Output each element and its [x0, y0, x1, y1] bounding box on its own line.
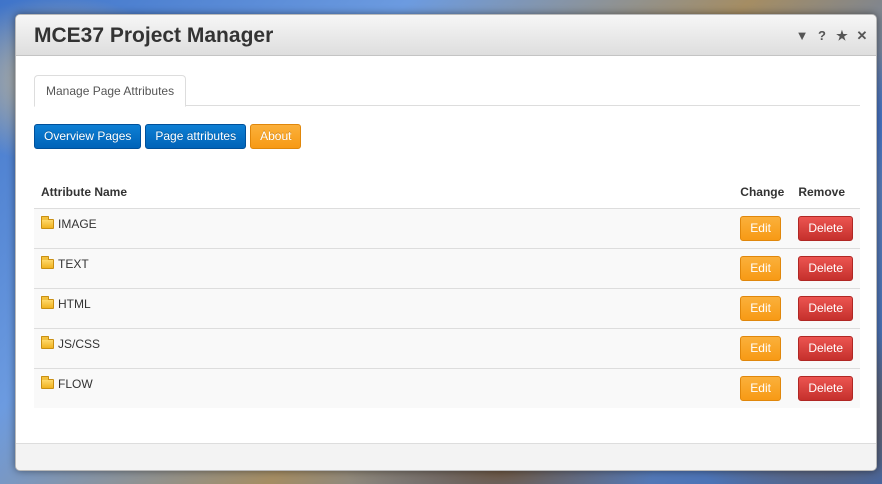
remove-cell: Delete — [791, 327, 860, 368]
attribute-name-cell: JS/CSS — [34, 327, 734, 368]
folder-icon — [41, 335, 54, 349]
edit-button[interactable]: Edit — [740, 375, 781, 401]
change-cell: Edit — [733, 287, 792, 328]
attribute-name-cell: HTML — [34, 287, 734, 328]
edit-button[interactable]: Edit — [740, 215, 781, 241]
close-icon[interactable]: ✕ — [856, 27, 868, 43]
table-row: JS/CSS Edit Delete — [34, 327, 860, 368]
minimize-icon[interactable]: ▼ — [796, 27, 809, 43]
table-row: FLOW Edit Delete — [34, 367, 860, 408]
header-remove: Remove — [791, 181, 860, 209]
delete-button[interactable]: Delete — [798, 375, 853, 401]
attribute-name-cell: TEXT — [34, 247, 734, 288]
nav-button-row: Overview Pages Page attributes About — [34, 124, 860, 149]
header-change: Change — [733, 181, 792, 209]
edit-button[interactable]: Edit — [740, 295, 781, 321]
remove-cell: Delete — [791, 207, 860, 248]
about-button[interactable]: About — [250, 124, 302, 149]
window-controls: ▼ ? ★ ✕ — [796, 27, 868, 43]
project-manager-window: MCE37 Project Manager ▼ ? ★ ✕ Manage Pag… — [15, 14, 877, 471]
tab-bar: Manage Page Attributes — [34, 75, 860, 107]
table-row: HTML Edit Delete — [34, 287, 860, 328]
window-title: MCE37 Project Manager — [34, 24, 274, 47]
delete-button[interactable]: Delete — [798, 215, 853, 241]
attribute-name-cell: FLOW — [34, 367, 734, 408]
folder-icon — [41, 255, 54, 269]
window-footer — [16, 443, 876, 470]
attribute-name: JS/CSS — [58, 336, 101, 351]
edit-button[interactable]: Edit — [740, 335, 781, 361]
page-attributes-button[interactable]: Page attributes — [145, 124, 247, 149]
change-cell: Edit — [733, 327, 792, 368]
table-row: TEXT Edit Delete — [34, 247, 860, 288]
remove-cell: Delete — [791, 367, 860, 408]
window-titlebar: MCE37 Project Manager ▼ ? ★ ✕ — [16, 15, 876, 56]
folder-icon — [41, 375, 54, 389]
overview-pages-button[interactable]: Overview Pages — [34, 124, 142, 149]
delete-button[interactable]: Delete — [798, 295, 853, 321]
delete-button[interactable]: Delete — [798, 335, 853, 361]
header-attribute-name: Attribute Name — [34, 181, 734, 209]
attribute-name: IMAGE — [58, 216, 97, 231]
folder-icon — [41, 215, 54, 229]
attribute-name-cell: IMAGE — [34, 207, 734, 248]
change-cell: Edit — [733, 247, 792, 288]
attribute-name: TEXT — [58, 256, 89, 271]
change-cell: Edit — [733, 367, 792, 408]
remove-cell: Delete — [791, 247, 860, 288]
table-header-row: Attribute Name Change Remove — [34, 181, 860, 209]
star-icon[interactable]: ★ — [836, 27, 848, 43]
remove-cell: Delete — [791, 287, 860, 328]
folder-icon — [41, 295, 54, 309]
help-icon[interactable]: ? — [816, 27, 828, 43]
attributes-table: Attribute Name Change Remove IMAGE Edit … — [34, 181, 860, 408]
change-cell: Edit — [733, 207, 792, 248]
attribute-name: FLOW — [58, 376, 93, 391]
attribute-name: HTML — [58, 296, 91, 311]
table-row: IMAGE Edit Delete — [34, 207, 860, 248]
tab-manage-page-attributes[interactable]: Manage Page Attributes — [34, 75, 187, 107]
window-content: Manage Page Attributes Overview Pages Pa… — [34, 75, 860, 408]
edit-button[interactable]: Edit — [740, 255, 781, 281]
delete-button[interactable]: Delete — [798, 255, 853, 281]
